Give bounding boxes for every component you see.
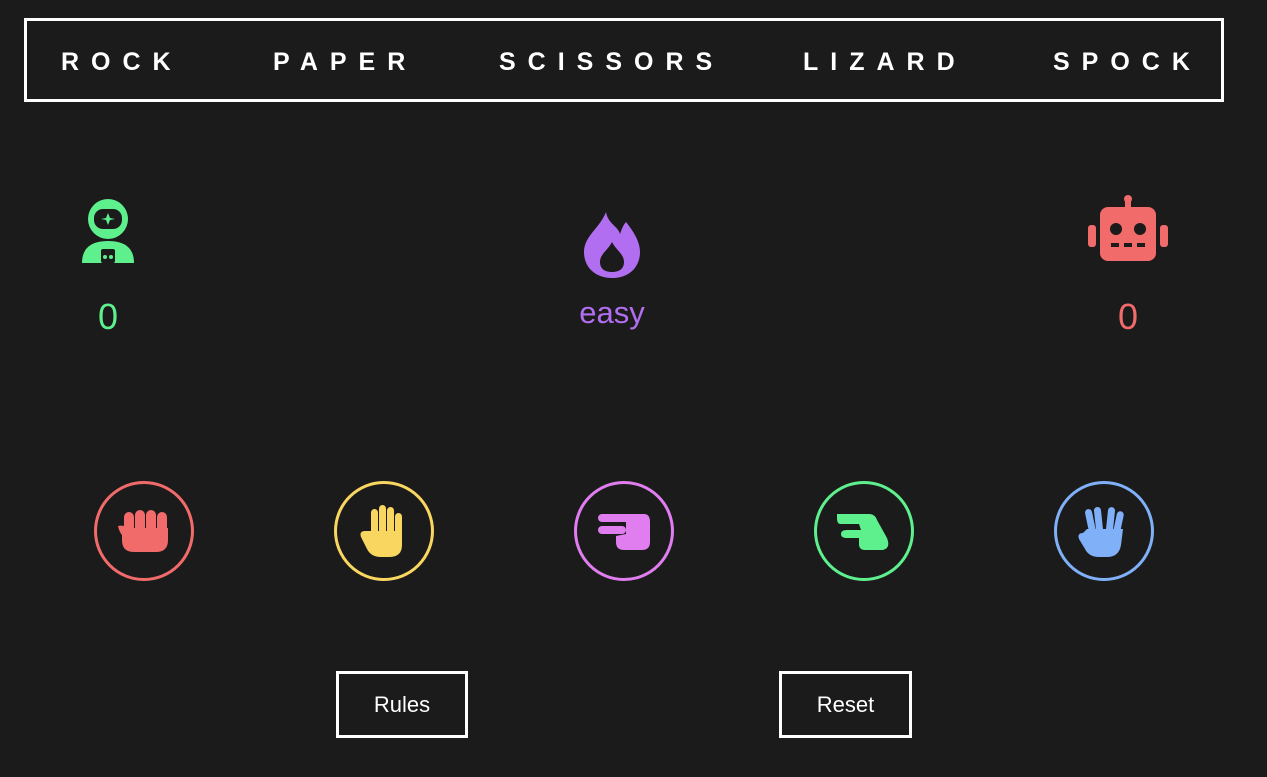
- title-word-paper: PAPER: [273, 48, 418, 76]
- choice-spock-button[interactable]: [1054, 481, 1154, 581]
- title-word-rock: ROCK: [61, 48, 183, 76]
- robot-icon: [1088, 195, 1168, 261]
- difficulty-indicator[interactable]: [560, 208, 664, 283]
- lizard-hand-icon: [837, 514, 889, 550]
- title-word-spock: SPOCK: [1053, 48, 1202, 76]
- reset-button[interactable]: Reset: [779, 671, 912, 738]
- flame-icon: [584, 212, 640, 278]
- choice-scissors-button[interactable]: [574, 481, 674, 581]
- astronaut-icon: [82, 199, 134, 263]
- computer-score: 0: [1117, 296, 1139, 337]
- vulcan-salute-icon: [1078, 506, 1124, 557]
- player-score: 0: [97, 296, 119, 337]
- fist-icon: [118, 510, 168, 552]
- title-word-scissors: SCISSORS: [499, 48, 725, 76]
- title-bar: ROCK PAPER SCISSORS LIZARD SPOCK: [24, 18, 1224, 102]
- scissors-hand-icon: [598, 514, 650, 550]
- player-avatar: [58, 195, 158, 265]
- choice-lizard-button[interactable]: [814, 481, 914, 581]
- choice-rock-button[interactable]: [94, 481, 194, 581]
- difficulty-label: easy: [579, 295, 645, 330]
- rules-button[interactable]: Rules: [336, 671, 468, 738]
- computer-avatar: [1078, 195, 1178, 265]
- choice-paper-button[interactable]: [334, 481, 434, 581]
- open-hand-icon: [360, 505, 402, 557]
- title-word-lizard: LIZARD: [803, 48, 967, 76]
